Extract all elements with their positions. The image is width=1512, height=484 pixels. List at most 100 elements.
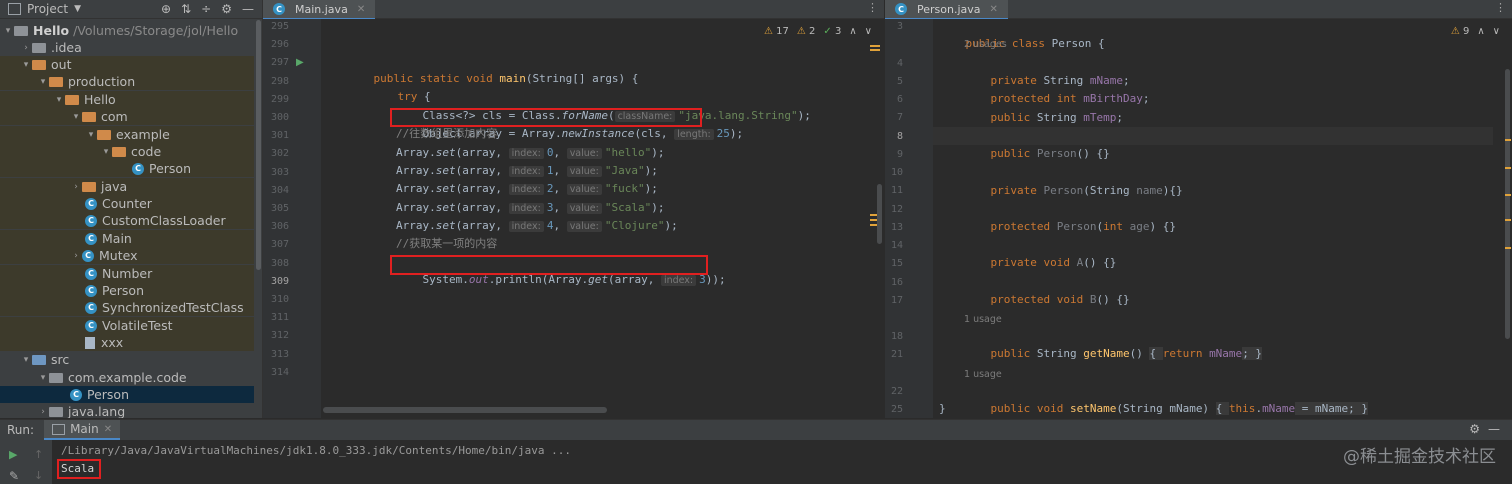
project-panel: Project ▼ ⊕ ⇅ ÷ ⚙ — ▾ Hello /Volumes/Sto… bbox=[0, 0, 263, 418]
locate-icon[interactable]: ⊕ bbox=[161, 2, 171, 16]
code-text: ; bbox=[1142, 92, 1150, 105]
project-title[interactable]: Project bbox=[27, 2, 68, 16]
line-number: 6 bbox=[896, 94, 903, 105]
line-number: 310 bbox=[270, 294, 289, 305]
chevron-up-icon[interactable]: ∧ bbox=[849, 26, 856, 37]
right-inspections[interactable]: ⚠ 9 ∧ ∨ bbox=[1451, 26, 1500, 37]
tree-item-java-lang[interactable]: › java.lang bbox=[0, 403, 254, 418]
code-string: "Clojure" bbox=[604, 218, 665, 232]
wrench-icon[interactable]: ✎ bbox=[9, 469, 19, 483]
code-line-array-set: Array.set(array, index: 4, value: "Clojure… bbox=[396, 217, 678, 235]
code-line-method-a: private void A() {} bbox=[964, 236, 1117, 269]
rerun-icon[interactable]: ▶ bbox=[9, 448, 17, 461]
tree-item-production[interactable]: ▾ production bbox=[0, 73, 254, 90]
more-tabs-icon[interactable]: ⋮ bbox=[867, 1, 878, 14]
chevron-down-icon[interactable]: ▾ bbox=[37, 77, 49, 87]
folded-brace[interactable]: ; } bbox=[1242, 347, 1263, 360]
usages-hint[interactable]: 1 usage bbox=[964, 314, 1002, 325]
tab-person-java[interactable]: C Person.java ✕ bbox=[885, 0, 1008, 20]
collapse-icon[interactable]: ⇅ bbox=[181, 2, 191, 16]
usages-hint[interactable]: 1 usage bbox=[964, 369, 1002, 380]
tree-item-xxx[interactable]: xxx bbox=[0, 334, 254, 351]
chevron-down-icon[interactable]: ▾ bbox=[100, 147, 112, 157]
tree-item-out[interactable]: ▾ out bbox=[0, 56, 254, 73]
v-scrollbar[interactable] bbox=[1505, 69, 1510, 339]
close-icon[interactable]: ✕ bbox=[104, 424, 112, 435]
tree-item-hello-root[interactable]: ▾ Hello /Volumes/Storage/jol/Hello bbox=[0, 22, 254, 39]
folded-brace[interactable]: { bbox=[1215, 402, 1229, 415]
right-editor[interactable]: 3 4 5 6 7 8 9 10 11 12 13 14 15 16 17 18 21 22 25 ⚠ 9 ∧ ∨ … bbox=[885, 19, 1512, 418]
h-scrollbar[interactable] bbox=[323, 407, 607, 413]
class-icon: C bbox=[85, 232, 97, 245]
project-scrollbar[interactable] bbox=[256, 20, 261, 270]
chevron-right-icon[interactable]: › bbox=[37, 407, 49, 417]
tree-item-main[interactable]: C Main bbox=[0, 230, 254, 247]
chevron-right-icon[interactable]: › bbox=[70, 182, 82, 192]
line-number: 300 bbox=[270, 112, 289, 123]
folded-brace[interactable]: = mName; } bbox=[1295, 402, 1369, 415]
chevron-down-icon[interactable]: ▾ bbox=[2, 26, 14, 36]
run-gutter-icon[interactable]: ▶ bbox=[296, 57, 304, 68]
tree-item-person[interactable]: C Person bbox=[0, 282, 254, 299]
tree-item-hello[interactable]: ▾ Hello bbox=[0, 91, 254, 108]
v-scrollbar[interactable] bbox=[877, 184, 882, 244]
tree-item-label: Counter bbox=[102, 196, 152, 211]
chevron-down-icon[interactable]: ▾ bbox=[20, 60, 32, 70]
tab-label: Person.java bbox=[917, 2, 981, 16]
more-tabs-icon[interactable]: ⋮ bbox=[1495, 1, 1506, 14]
chevron-down-icon[interactable]: ▾ bbox=[20, 355, 32, 365]
hide-icon[interactable]: — bbox=[1488, 422, 1500, 436]
run-tab-main[interactable]: Main ✕ bbox=[44, 420, 121, 440]
tree-item-example[interactable]: ▾ example bbox=[0, 126, 254, 143]
arrow-down-icon[interactable]: ↓ bbox=[34, 469, 43, 482]
code-text: , bbox=[553, 164, 567, 178]
tree-item-com[interactable]: ▾ com bbox=[0, 108, 254, 125]
line-number: 11 bbox=[890, 185, 903, 196]
tree-item-code[interactable]: ▾ code bbox=[0, 143, 254, 160]
line-number: 308 bbox=[270, 257, 289, 269]
tree-item-counter[interactable]: C Counter bbox=[0, 195, 254, 212]
chevron-down-icon[interactable]: ▾ bbox=[53, 95, 65, 105]
chevron-right-icon[interactable]: › bbox=[70, 251, 82, 261]
chevron-down-icon[interactable]: ▾ bbox=[70, 112, 82, 122]
code-keyword: private void bbox=[990, 256, 1077, 269]
tree-item-customclassloader[interactable]: C CustomClassLoader bbox=[0, 212, 254, 229]
tree-item-person-class[interactable]: C Person bbox=[0, 160, 254, 177]
left-inspections[interactable]: ⚠ 17 ⚠ 2 ✓ 3 ∧ ∨ bbox=[764, 26, 872, 37]
chevron-right-icon[interactable]: › bbox=[20, 43, 32, 53]
gear-icon[interactable]: ⚙ bbox=[221, 2, 232, 16]
tree-item-mutex[interactable]: › C Mutex bbox=[0, 247, 254, 264]
usages-hint[interactable]: 2 usages bbox=[964, 39, 1007, 50]
arrow-up-icon[interactable]: ↑ bbox=[34, 448, 43, 461]
chevron-down-icon[interactable]: ▾ bbox=[85, 130, 97, 140]
marker-stripe bbox=[1505, 247, 1511, 249]
tab-main-java[interactable]: C Main.java ✕ bbox=[263, 0, 376, 20]
expand-icon[interactable]: ÷ bbox=[201, 2, 211, 16]
chevron-down-icon[interactable]: ∨ bbox=[865, 26, 872, 37]
chevron-down-icon[interactable]: ∨ bbox=[1493, 26, 1500, 37]
marker-stripe bbox=[1505, 167, 1511, 169]
code-text: set bbox=[435, 200, 456, 214]
tree-item-volatiletest[interactable]: C VolatileTest bbox=[0, 317, 254, 334]
left-editor[interactable]: 295 296 297 298 299 300 301 302 303 304 305 306 307 3… bbox=[263, 19, 884, 418]
hide-icon[interactable]: — bbox=[242, 2, 254, 16]
code-line-ctor-public: public Person() {} bbox=[964, 127, 1110, 160]
tree-item-synchronizedtestclass[interactable]: C SynchronizedTestClass bbox=[0, 299, 254, 316]
code-text: (array, bbox=[455, 164, 509, 178]
gear-icon[interactable]: ⚙ bbox=[1469, 422, 1480, 436]
class-icon: C bbox=[70, 388, 82, 401]
tree-item-person-source[interactable]: C Person bbox=[0, 386, 254, 403]
tree-item-java[interactable]: › java bbox=[0, 178, 254, 195]
tree-item-number[interactable]: C Number bbox=[0, 265, 254, 282]
highlight-box-println bbox=[390, 255, 708, 275]
tree-item-com-example-code[interactable]: ▾ com.example.code bbox=[0, 369, 254, 386]
chevron-down-icon[interactable]: ▾ bbox=[37, 373, 49, 383]
close-icon[interactable]: ✕ bbox=[357, 4, 365, 15]
code-string: "Java" bbox=[604, 164, 645, 178]
close-icon[interactable]: ✕ bbox=[990, 4, 998, 15]
tree-item-idea[interactable]: › .idea bbox=[0, 39, 254, 56]
chevron-down-icon[interactable]: ▼ bbox=[74, 4, 81, 14]
folded-brace[interactable]: { bbox=[1149, 347, 1163, 360]
chevron-up-icon[interactable]: ∧ bbox=[1477, 26, 1484, 37]
tree-item-src[interactable]: ▾ src bbox=[0, 351, 254, 368]
